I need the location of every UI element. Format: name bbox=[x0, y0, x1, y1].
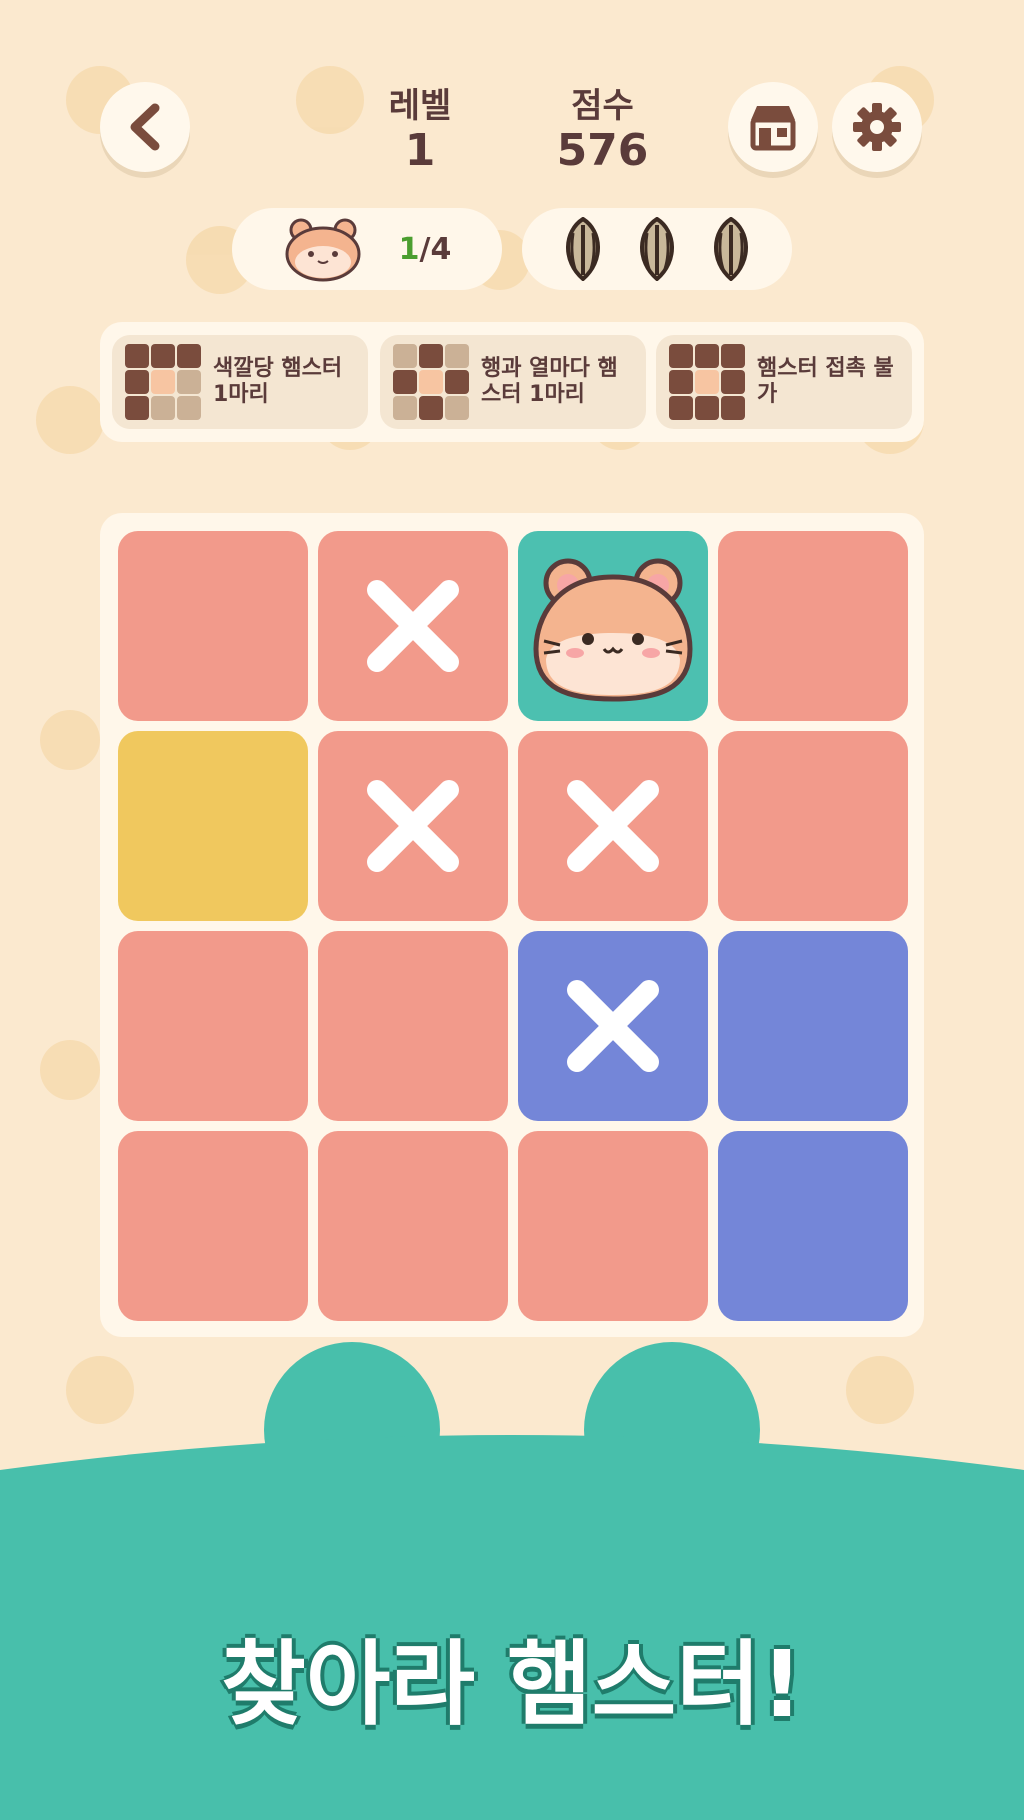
level-label: 레벨 bbox=[388, 86, 452, 126]
hamster-face-icon bbox=[285, 218, 361, 282]
no-touching-icon bbox=[669, 344, 745, 420]
x-mark-icon bbox=[367, 580, 459, 672]
rule-one-per-row-column: 행과 열마다 햄 스터 1마리 bbox=[380, 335, 646, 429]
shop-button[interactable] bbox=[728, 82, 818, 172]
board-cell[interactable] bbox=[518, 531, 708, 721]
shop-icon bbox=[750, 106, 796, 151]
level-value: 1 bbox=[404, 125, 436, 176]
board-cell[interactable] bbox=[718, 531, 908, 721]
board-cell[interactable] bbox=[518, 931, 708, 1121]
chevron-left-icon bbox=[130, 103, 160, 151]
bottom-banner bbox=[0, 1342, 1024, 1820]
sunflower-seed-icon bbox=[714, 217, 748, 281]
board-cell[interactable] bbox=[518, 731, 708, 921]
one-per-color-icon bbox=[125, 344, 201, 420]
progress-found: 1 bbox=[398, 231, 420, 267]
seed-lives bbox=[522, 208, 792, 290]
score-label: 점수 bbox=[571, 86, 634, 126]
x-mark-icon bbox=[567, 980, 659, 1072]
sunflower-seed-icon bbox=[640, 217, 674, 281]
board-cell[interactable] bbox=[118, 1131, 308, 1321]
hamster-progress: 1/4 bbox=[232, 208, 502, 290]
rule-no-touching: 햄스터 접촉 불 가 bbox=[656, 335, 912, 429]
board-cell[interactable] bbox=[118, 931, 308, 1121]
board-cell[interactable] bbox=[518, 1131, 708, 1321]
x-mark-icon bbox=[367, 780, 459, 872]
one-per-row-column-icon bbox=[393, 344, 469, 420]
puzzle-board bbox=[100, 513, 924, 1337]
progress-total: /4 bbox=[419, 231, 452, 267]
rule-label: 행과 열마다 햄 스터 1마리 bbox=[481, 356, 618, 407]
rule-label: 햄스터 접촉 불 가 bbox=[757, 356, 894, 407]
game-title: 찾아라 햄스터! bbox=[221, 1631, 803, 1738]
settings-button[interactable] bbox=[832, 82, 922, 172]
board-cell[interactable] bbox=[318, 731, 508, 921]
hamster-icon bbox=[533, 558, 693, 702]
rule-label: 색깔당 햄스터 1마리 bbox=[213, 356, 343, 407]
score-display: 점수 576 bbox=[540, 86, 665, 176]
rule-one-per-color: 색깔당 햄스터 1마리 bbox=[112, 335, 368, 429]
board-cell[interactable] bbox=[118, 731, 308, 921]
board-cell[interactable] bbox=[318, 931, 508, 1121]
rules-panel: 색깔당 햄스터 1마리 행과 열마다 햄 스터 1마리 햄스터 접촉 불 가 bbox=[100, 322, 924, 442]
board-cell[interactable] bbox=[718, 1131, 908, 1321]
sunflower-seed-icon bbox=[566, 217, 600, 281]
progress-count: 1/4 bbox=[399, 232, 452, 267]
score-value: 576 bbox=[556, 125, 649, 176]
board-cell[interactable] bbox=[118, 531, 308, 721]
x-mark-icon bbox=[567, 780, 659, 872]
gear-icon bbox=[853, 103, 901, 151]
level-display: 레벨 1 bbox=[370, 86, 470, 176]
board-cell[interactable] bbox=[318, 1131, 508, 1321]
back-button[interactable] bbox=[100, 82, 190, 172]
board-cell[interactable] bbox=[718, 731, 908, 921]
board-cell[interactable] bbox=[318, 531, 508, 721]
board-cell[interactable] bbox=[718, 931, 908, 1121]
